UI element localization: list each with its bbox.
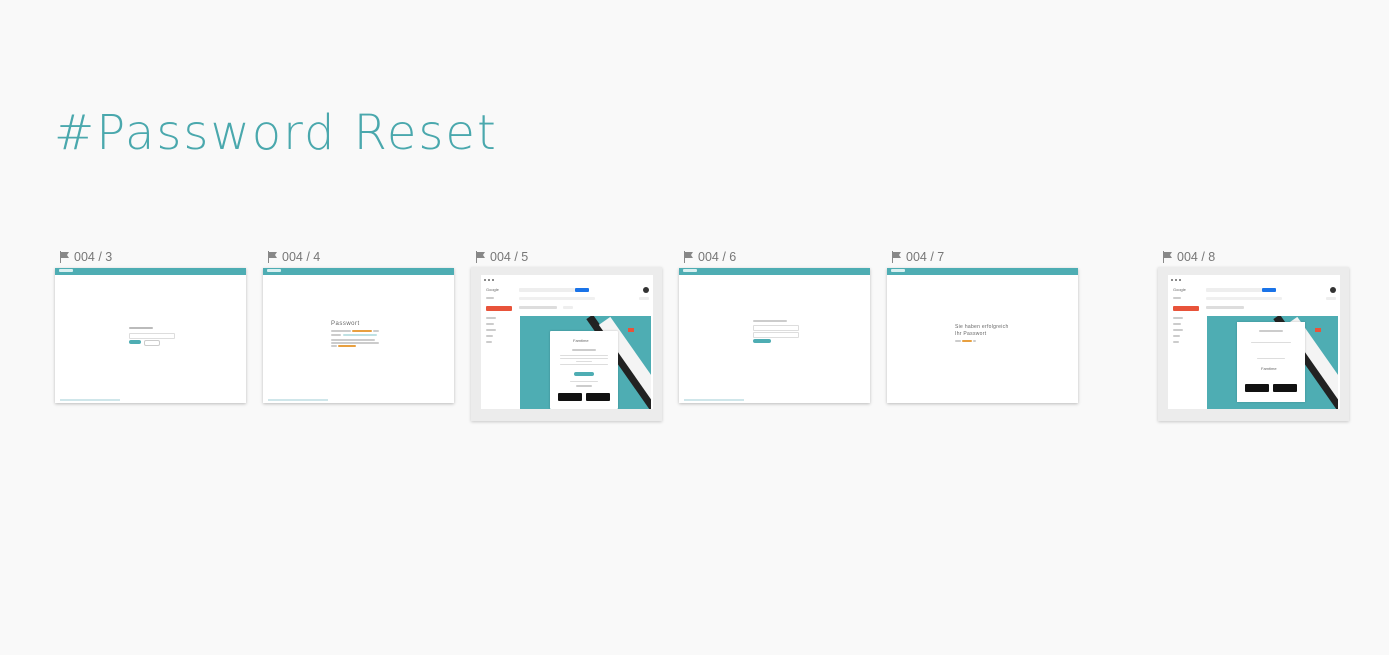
- page-title: #Password Reset: [54, 105, 498, 161]
- email-field: [129, 333, 175, 339]
- app-header: [887, 268, 1078, 275]
- search-input: [519, 288, 575, 292]
- footer: [60, 399, 120, 401]
- screen-label: 004 / 7: [891, 250, 944, 264]
- cancel-button: [144, 340, 160, 346]
- app-store-badge: [1245, 384, 1269, 392]
- screen-thumbnail[interactable]: [55, 268, 246, 403]
- email-client-screen: Google Famtime: [1168, 275, 1340, 409]
- search-input: [1206, 288, 1262, 292]
- screen-label: 004 / 4: [267, 250, 320, 264]
- highlight: [962, 340, 972, 342]
- app-store-badge: [558, 393, 582, 401]
- confirm-password-field: [753, 332, 799, 338]
- flag-icon: [1163, 251, 1172, 263]
- screen-thumbnail[interactable]: Google Famtime: [471, 267, 662, 421]
- avatar: [643, 287, 649, 293]
- compose-button: [486, 306, 512, 311]
- email-subject: [1206, 306, 1244, 309]
- footer: [268, 399, 328, 401]
- screen-label: 004 / 6: [683, 250, 736, 264]
- success-message-line2: Ihr Passwort: [955, 331, 987, 337]
- screen-thumbnail[interactable]: Google Famtime: [1158, 267, 1349, 421]
- flag-icon: [268, 251, 277, 263]
- mail-logo: Google: [1173, 287, 1186, 292]
- highlight: [338, 345, 356, 347]
- screen-thumbnail[interactable]: Sie haben erfolgreich Ihr Passwort: [887, 268, 1078, 403]
- success-message: Sie haben erfolgreich: [955, 324, 1009, 330]
- flag-icon: [476, 251, 485, 263]
- email-client-screen: Google Famtime: [481, 275, 653, 409]
- app-header: [263, 268, 454, 275]
- popup-brand: Famtime: [1261, 366, 1277, 371]
- app-header: [679, 268, 870, 275]
- search-button: [575, 288, 589, 292]
- screen-thumbnail[interactable]: Passwort: [263, 268, 454, 403]
- google-play-badge: [586, 393, 610, 401]
- compose-button: [1173, 306, 1199, 311]
- footer: [684, 399, 744, 401]
- screen-thumbnail[interactable]: [679, 268, 870, 403]
- screen-label: 004 / 5: [475, 250, 528, 264]
- app-header: [55, 268, 246, 275]
- highlight: [352, 330, 372, 332]
- submit-button: [129, 340, 141, 344]
- save-button: [753, 339, 771, 343]
- reset-button: [574, 372, 594, 376]
- screen-label: 004 / 3: [59, 250, 112, 264]
- search-button: [1262, 288, 1276, 292]
- form-label: [129, 327, 153, 329]
- email-popup: Famtime: [550, 331, 618, 409]
- popup-brand: Famtime: [573, 338, 589, 343]
- screen-heading: Passwort: [331, 321, 360, 327]
- flag-icon: [60, 251, 69, 263]
- mail-logo: Google: [486, 287, 499, 292]
- flag-icon: [684, 251, 693, 263]
- screen-label: 004 / 8: [1162, 250, 1215, 264]
- new-password-field: [753, 325, 799, 331]
- flag-icon: [892, 251, 901, 263]
- email-subject: [519, 306, 557, 309]
- avatar: [1330, 287, 1336, 293]
- email-popup: Famtime: [1237, 322, 1305, 402]
- google-play-badge: [1273, 384, 1297, 392]
